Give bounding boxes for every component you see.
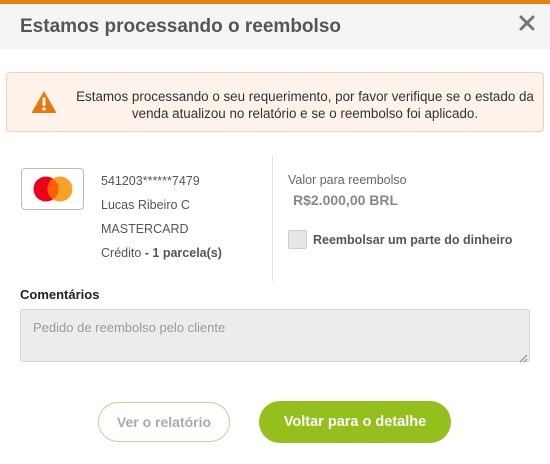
card-installments: - 1 parcela(s) — [144, 246, 222, 260]
card-brand: MASTERCARD — [101, 222, 189, 236]
mastercard-logo — [21, 168, 84, 210]
comments-label: Comentários — [20, 287, 100, 302]
card-number: 541203******7479 — [101, 174, 200, 188]
vertical-divider — [272, 156, 273, 281]
warning-icon — [31, 90, 57, 114]
card-holder: Lucas Ribeiro C — [101, 198, 190, 212]
card-type: Crédito — [101, 246, 142, 260]
modal-header: Estamos processando o reembolso — [0, 4, 550, 49]
card-details: 541203******7479 Lucas Ribeiro C MASTERC… — [101, 173, 222, 269]
close-icon[interactable] — [518, 14, 536, 32]
modal-title: Estamos processando o reembolso — [20, 15, 341, 37]
card-payment-type: Crédito - 1 parcela(s) — [101, 245, 222, 269]
comments-textarea[interactable] — [20, 309, 530, 362]
alert-message: Estamos processando o seu requerimento, … — [76, 89, 534, 121]
alert-box: Estamos processando o seu requerimento, … — [6, 72, 544, 132]
refund-amount-value: R$2.000,00 BRL — [293, 192, 399, 208]
partial-refund-label[interactable]: Reembolsar um parte do dinheiro — [313, 233, 512, 247]
back-to-detail-button[interactable]: Voltar para o detalhe — [259, 401, 451, 443]
view-report-button[interactable]: Ver o relatório — [98, 402, 230, 442]
partial-refund-checkbox[interactable] — [288, 230, 307, 249]
refund-amount-label: Valor para reembolso — [288, 173, 407, 187]
